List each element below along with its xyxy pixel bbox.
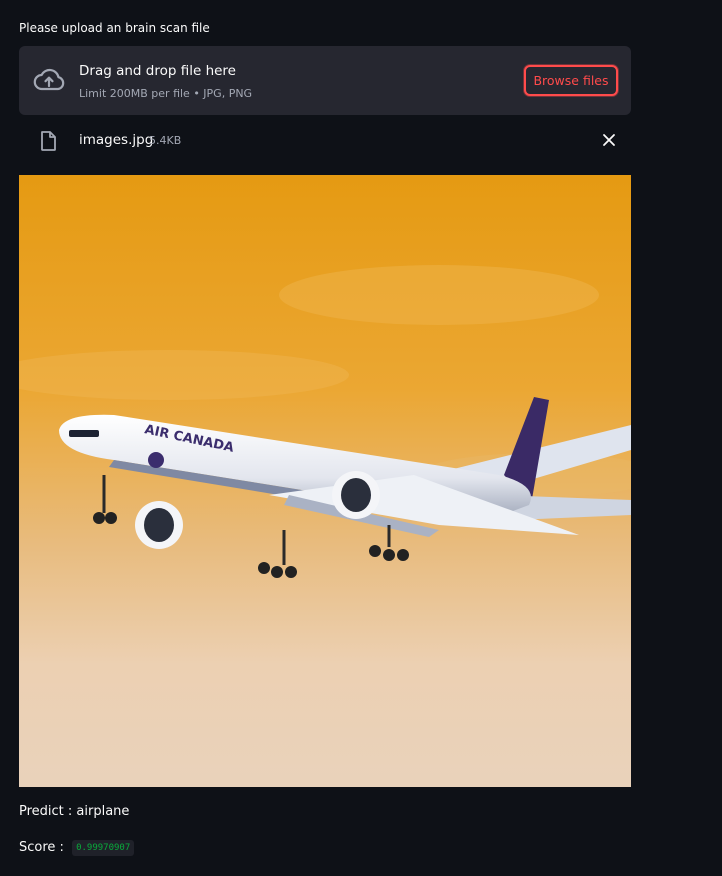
uploader-label: Please upload an brain scan file — [19, 21, 210, 35]
airplane-image: AIR CANADA — [19, 175, 631, 787]
dropzone-limit-text: Limit 200MB per file • JPG, PNG — [79, 87, 253, 100]
prediction-text: Predict : airplane — [19, 804, 130, 819]
uploaded-file-row: images.jpg 5.4KB — [19, 125, 631, 157]
dropzone-title: Drag and drop file here — [79, 63, 236, 79]
file-icon — [41, 131, 56, 151]
score-label: Score : — [19, 840, 64, 855]
file-name: images.jpg — [79, 132, 154, 148]
cloud-upload-icon — [33, 68, 65, 91]
file-size: 5.4KB — [149, 134, 182, 147]
close-icon[interactable] — [602, 133, 616, 147]
score-line: Score : 0.99970907 — [19, 840, 135, 856]
browse-files-button[interactable]: Browse files — [524, 65, 618, 96]
file-dropzone[interactable]: Drag and drop file here Limit 200MB per … — [19, 46, 631, 115]
uploaded-image: AIR CANADA — [19, 175, 631, 787]
score-value: 0.99970907 — [72, 840, 135, 856]
